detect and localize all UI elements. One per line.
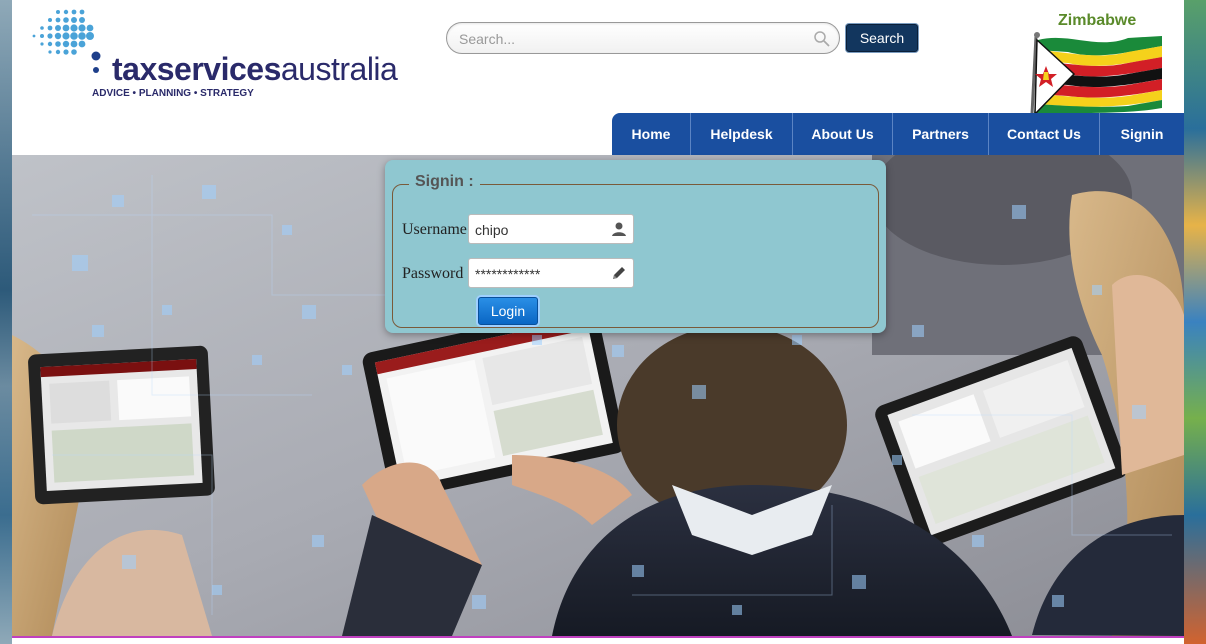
nav-item-partners[interactable]: Partners: [893, 113, 989, 155]
pencil-icon: [613, 267, 625, 279]
nav-item-home[interactable]: Home: [612, 113, 691, 155]
logo-wordmark-bold: taxservices: [112, 51, 281, 87]
logo-wordmark: taxservicesaustralia: [112, 51, 398, 88]
magnifier-icon[interactable]: [813, 30, 831, 48]
nav-item-contact-us[interactable]: Contact Us: [989, 113, 1100, 155]
username-input[interactable]: [475, 221, 605, 239]
login-button[interactable]: Login: [478, 297, 538, 325]
main-nav: Home Helpdesk About Us Partners Contact …: [612, 113, 1184, 155]
country-selector[interactable]: Zimbabwe: [1028, 8, 1178, 114]
right-decorative-strip: [1184, 0, 1206, 644]
password-input[interactable]: [475, 265, 605, 283]
site-logo[interactable]: taxservicesaustralia ADVICE • PLANNING •…: [30, 8, 398, 108]
username-field[interactable]: [468, 214, 634, 244]
signin-legend: Signin :: [409, 173, 480, 191]
left-decorative-strip: [0, 0, 12, 644]
zimbabwe-flag-icon: [1030, 32, 1162, 114]
search-box: [446, 22, 840, 54]
search-input[interactable]: [459, 29, 799, 49]
footer-strip: [12, 636, 1184, 644]
nav-item-about-us[interactable]: About Us: [793, 113, 893, 155]
country-name: Zimbabwe: [1058, 12, 1137, 29]
password-field[interactable]: [468, 258, 634, 288]
password-label: Password: [402, 265, 464, 282]
signin-panel: Signin : Username Password Login: [385, 160, 886, 333]
signin-fieldset: Signin : Username Password Login: [392, 173, 879, 328]
search-button[interactable]: Search: [846, 24, 918, 52]
page: taxservicesaustralia ADVICE • PLANNING •…: [12, 0, 1184, 644]
logo-wordmark-light: australia: [280, 51, 398, 87]
logo-tagline: ADVICE • PLANNING • STRATEGY: [92, 88, 254, 99]
nav-item-signin[interactable]: Signin: [1100, 113, 1184, 155]
nav-item-helpdesk[interactable]: Helpdesk: [691, 113, 793, 155]
username-label: Username: [402, 221, 467, 238]
user-icon: [612, 222, 626, 236]
logo-dots-icon: [32, 9, 101, 73]
